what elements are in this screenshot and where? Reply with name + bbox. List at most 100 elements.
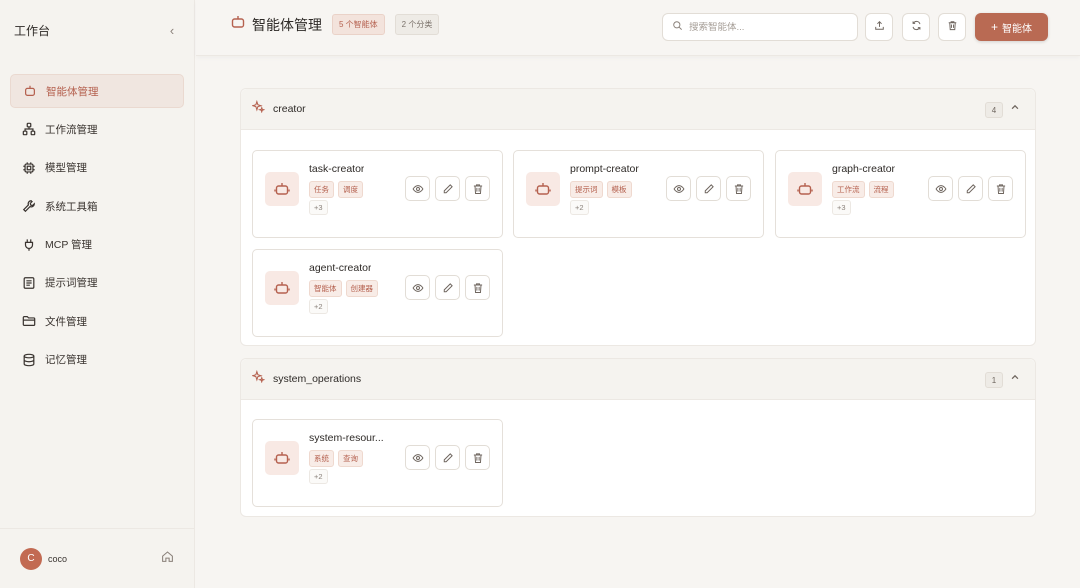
sidebar-item-label: 文件管理 <box>45 315 87 328</box>
trash-icon <box>947 18 958 36</box>
delete-button[interactable] <box>726 176 751 201</box>
workflow-icon <box>22 122 36 136</box>
robot-icon <box>23 84 37 98</box>
sidebar-item-label: 系统工具箱 <box>45 200 98 213</box>
sidebar: 工作台 ‹ 智能体管理 工作流管理 模型管理 系统工具箱 MCP 管理 提示词管… <box>0 0 195 588</box>
more-tags-badge: +3 <box>832 200 851 215</box>
chevron-up-icon[interactable] <box>1010 99 1024 113</box>
group-name: system_operations <box>273 373 362 385</box>
robot-icon <box>526 172 560 206</box>
search-input[interactable] <box>689 21 849 33</box>
page-title: 智能体管理 <box>252 16 322 33</box>
collapse-sidebar-icon[interactable]: ‹ <box>164 23 180 38</box>
delete-button[interactable] <box>465 176 490 201</box>
sidebar-nav: 智能体管理 工作流管理 模型管理 系统工具箱 MCP 管理 提示词管理 文件管理 <box>10 74 184 381</box>
agent-tag: 查询 <box>338 450 363 467</box>
view-button[interactable] <box>928 176 953 201</box>
card-actions <box>666 176 751 201</box>
add-agent-button[interactable]: + 智能体 <box>975 13 1048 41</box>
sidebar-title: 工作台 <box>14 23 51 38</box>
refresh-icon <box>911 18 922 36</box>
sidebar-item-prompts[interactable]: 提示词管理 <box>10 266 184 300</box>
card-actions <box>405 176 490 201</box>
group-header[interactable]: creator 4 <box>241 89 1035 130</box>
more-tags-badge: +2 <box>309 299 328 314</box>
trash-icon <box>996 183 1005 194</box>
card-actions <box>405 275 490 300</box>
sidebar-item-label: 智能体管理 <box>46 85 99 98</box>
agent-tag: 系统 <box>309 450 334 467</box>
eye-icon <box>412 453 423 462</box>
agent-card[interactable]: graph-creator 工作流 流程 +3 <box>775 150 1026 238</box>
chevron-up-icon[interactable] <box>1010 369 1024 383</box>
robot-icon <box>788 172 822 206</box>
group-name: creator <box>273 103 306 115</box>
group-header[interactable]: system_operations 1 <box>241 359 1035 400</box>
edit-button[interactable] <box>435 275 460 300</box>
delete-button[interactable] <box>988 176 1013 201</box>
sidebar-footer: C coco <box>0 528 194 588</box>
home-icon[interactable] <box>161 550 174 568</box>
more-tags-badge: +3 <box>309 200 328 215</box>
sidebar-item-files[interactable]: 文件管理 <box>10 304 184 338</box>
agent-count-badge: 5 个智能体 <box>332 14 385 35</box>
pencil-icon <box>443 282 453 292</box>
sidebar-item-agents[interactable]: 智能体管理 <box>10 74 184 108</box>
pencil-icon <box>443 183 453 193</box>
edit-button[interactable] <box>435 445 460 470</box>
edit-button[interactable] <box>958 176 983 201</box>
sidebar-item-memory[interactable]: 记忆管理 <box>10 343 184 377</box>
robot-icon <box>265 172 299 206</box>
agent-tags: 智能体 创建器 <box>309 280 378 297</box>
sidebar-item-label: 模型管理 <box>45 162 87 175</box>
agent-card[interactable]: task-creator 任务 调度 +3 <box>252 150 503 238</box>
view-button[interactable] <box>405 445 430 470</box>
sidebar-item-toolbox[interactable]: 系统工具箱 <box>10 189 184 223</box>
pencil-icon <box>704 183 714 193</box>
sparkle-icon <box>251 369 266 388</box>
sidebar-header: 工作台 ‹ <box>0 0 194 60</box>
agent-tags: 任务 调度 <box>309 181 363 198</box>
agent-tags: 工作流 流程 <box>832 181 894 198</box>
plug-icon <box>22 238 36 252</box>
category-count-badge: 2 个分类 <box>394 14 440 35</box>
trash-icon <box>473 183 482 194</box>
trash-icon <box>473 452 482 463</box>
agent-card[interactable]: prompt-creator 提示词 模板 +2 <box>513 150 764 238</box>
card-actions <box>928 176 1013 201</box>
edit-button[interactable] <box>696 176 721 201</box>
agent-tag: 提示词 <box>570 181 603 198</box>
eye-icon <box>935 184 946 193</box>
trash-icon <box>734 183 743 194</box>
agent-tag: 模板 <box>606 181 632 198</box>
upload-button[interactable] <box>865 13 893 41</box>
agent-card[interactable]: system-resour... 系统 查询 +2 <box>252 419 503 507</box>
more-tags-badge: +2 <box>570 200 589 215</box>
sidebar-item-models[interactable]: 模型管理 <box>10 151 184 185</box>
delete-button[interactable] <box>465 445 490 470</box>
agent-tag: 工作流 <box>832 181 865 198</box>
sidebar-item-mcp[interactable]: MCP 管理 <box>10 228 184 262</box>
agent-tags: 系统 查询 <box>309 450 363 467</box>
upload-icon <box>874 18 885 36</box>
refresh-button[interactable] <box>902 13 930 41</box>
view-button[interactable] <box>405 176 430 201</box>
delete-button[interactable] <box>465 275 490 300</box>
agent-name: system-resour... <box>309 432 384 444</box>
view-button[interactable] <box>405 275 430 300</box>
avatar[interactable]: C <box>20 547 42 570</box>
pencil-icon <box>443 452 453 462</box>
sidebar-item-label: 工作流管理 <box>45 123 98 136</box>
sidebar-item-workflows[interactable]: 工作流管理 <box>10 112 184 146</box>
agent-tag: 创建器 <box>345 280 378 297</box>
delete-all-button[interactable] <box>938 13 966 41</box>
agent-name: agent-creator <box>309 262 372 274</box>
trash-icon <box>473 282 482 293</box>
sidebar-item-label: MCP 管理 <box>45 239 93 252</box>
agent-card[interactable]: agent-creator 智能体 创建器 +2 <box>252 249 503 337</box>
folder-icon <box>22 314 36 328</box>
robot-icon <box>230 14 246 35</box>
view-button[interactable] <box>666 176 691 201</box>
agent-tag: 任务 <box>309 181 334 198</box>
edit-button[interactable] <box>435 176 460 201</box>
